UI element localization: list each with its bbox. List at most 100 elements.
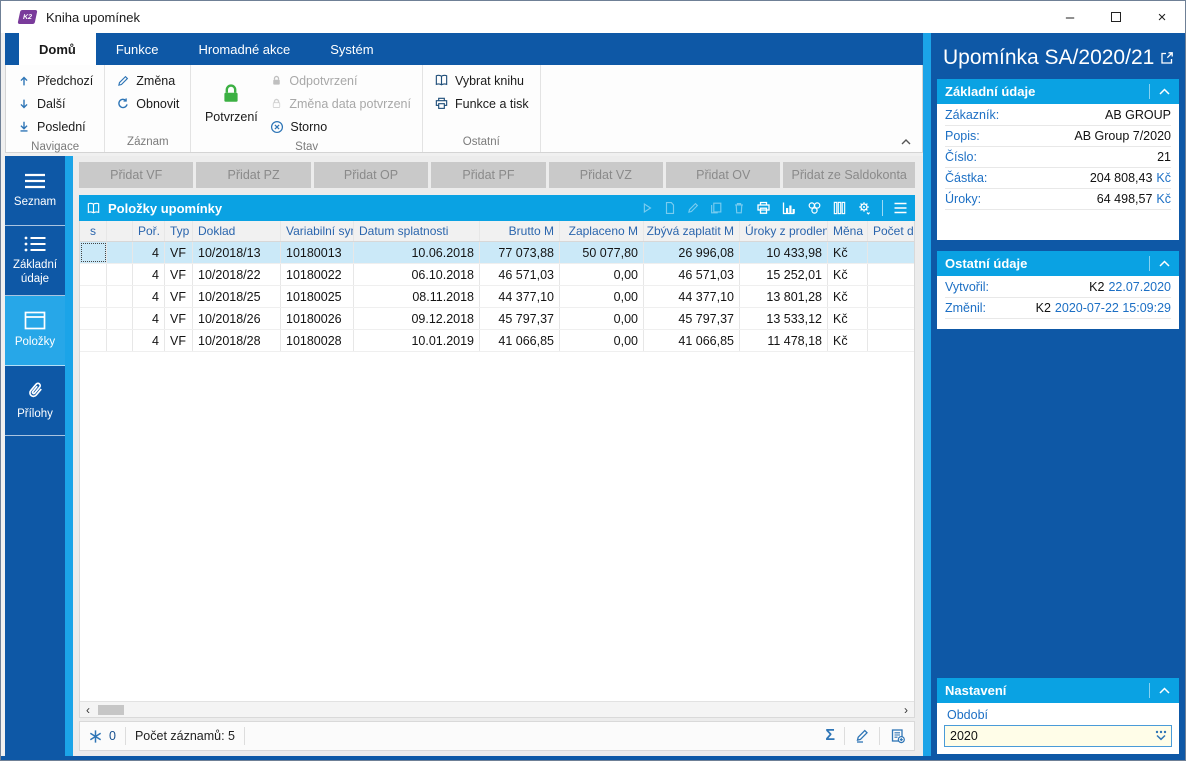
- chart-icon[interactable]: [781, 200, 797, 216]
- sidebar: Seznam Základní údaje Položky Přílohy: [5, 156, 65, 756]
- minimize-button[interactable]: –: [1047, 1, 1093, 33]
- change-confirm-date-button[interactable]: Změna data potvrzení: [265, 92, 416, 115]
- columns-icon[interactable]: [832, 200, 847, 216]
- column-header-s[interactable]: s: [80, 221, 107, 241]
- edit-icon[interactable]: [686, 201, 700, 215]
- dropdown-button[interactable]: [1151, 730, 1171, 742]
- sidebar-item-prilohy[interactable]: Přílohy: [5, 366, 65, 436]
- change-label: Změna: [136, 73, 176, 88]
- edit-pencil-icon[interactable]: [854, 728, 870, 744]
- scroll-right-arrow[interactable]: ›: [898, 703, 914, 717]
- delete-icon[interactable]: [732, 201, 746, 215]
- column-header-variabilni-symbol[interactable]: Variabilní sym: [281, 221, 354, 241]
- print-icon[interactable]: [755, 200, 772, 216]
- select-book-label: Vybrat knihu: [454, 73, 525, 88]
- add-vf-button[interactable]: Přidat VF: [79, 162, 194, 188]
- asterisk-filter-icon[interactable]: [88, 729, 103, 744]
- period-input[interactable]: [945, 729, 1151, 743]
- chevron-up-icon[interactable]: [1158, 87, 1171, 96]
- new-record-icon[interactable]: [663, 201, 677, 215]
- grid-row[interactable]: 4 VF 10/2018/26 10180026 09.12.2018 45 7…: [80, 308, 914, 330]
- panel-splitter[interactable]: [923, 33, 931, 756]
- unconfirm-button[interactable]: Odpotvrzení: [265, 69, 416, 92]
- sidebar-label: Základní údaje: [12, 259, 58, 285]
- workflow-icon[interactable]: [806, 200, 823, 216]
- grid-header-bar: Položky upomínky: [79, 195, 915, 221]
- add-ov-button[interactable]: Přidat OV: [666, 162, 781, 188]
- add-pf-button[interactable]: Přidat PF: [431, 162, 546, 188]
- select-book-button[interactable]: Vybrat knihu: [429, 69, 534, 92]
- grid-row[interactable]: 4 VF 10/2018/25 10180025 08.11.2018 44 3…: [80, 286, 914, 308]
- menu-icon[interactable]: [892, 201, 909, 215]
- column-header-zaplaceno[interactable]: Zaplaceno M: [560, 221, 644, 241]
- field-castka: Částka: 204 808,43 Kč: [945, 168, 1171, 189]
- storno-button[interactable]: Storno: [265, 115, 416, 138]
- add-pz-button[interactable]: Přidat PZ: [196, 162, 311, 188]
- collapse-ribbon-button[interactable]: [900, 138, 912, 146]
- column-header-brutto[interactable]: Brutto M: [480, 221, 560, 241]
- sidebar-item-seznam[interactable]: Seznam: [5, 156, 65, 226]
- play-icon[interactable]: [640, 201, 654, 215]
- maximize-button[interactable]: [1093, 1, 1139, 33]
- scrollbar-thumb[interactable]: [98, 704, 124, 715]
- add-op-button[interactable]: Přidat OP: [313, 162, 429, 188]
- lock-green-icon: [224, 83, 238, 102]
- tab-system[interactable]: Systém: [310, 33, 393, 65]
- focus-cell: [80, 242, 107, 263]
- chevron-up-icon[interactable]: [1158, 259, 1171, 268]
- grid-row[interactable]: 4 VF 10/2018/13 10180013 10.06.2018 77 0…: [80, 242, 914, 264]
- copy-icon[interactable]: [709, 201, 723, 215]
- sidebar-splitter[interactable]: [65, 156, 73, 756]
- sidebar-item-zakladni-udaje[interactable]: Základní údaje: [5, 226, 65, 296]
- window-title: Kniha upomínek: [46, 9, 140, 25]
- section-ostatni-udaje: Ostatní údaje Vytvořil: K2 22.07.2020 Zm…: [937, 251, 1179, 329]
- add-form-icon[interactable]: [889, 728, 906, 744]
- paperclip-icon: [29, 382, 42, 398]
- filter-count: 0: [109, 729, 116, 743]
- sidebar-label: Položky: [14, 336, 56, 349]
- column-header-por[interactable]: Poř.: [133, 221, 165, 241]
- pencil-icon: [118, 75, 129, 86]
- grid-row[interactable]: 4 VF 10/2018/28 10180028 10.01.2019 41 0…: [80, 330, 914, 352]
- confirm-button[interactable]: Potvrzení: [197, 69, 265, 138]
- refresh-button[interactable]: Obnovit: [111, 92, 184, 115]
- functions-print-button[interactable]: Funkce a tisk: [429, 92, 534, 115]
- scroll-left-arrow[interactable]: ‹: [80, 703, 96, 717]
- tab-domu[interactable]: Domů: [19, 33, 96, 65]
- period-combobox[interactable]: [944, 725, 1172, 747]
- horizontal-scrollbar[interactable]: ‹ ›: [80, 701, 914, 717]
- tab-hromadne-akce[interactable]: Hromadné akce: [178, 33, 310, 65]
- previous-button[interactable]: Předchozí: [12, 69, 98, 92]
- grid-title: Položky upomínky: [108, 200, 223, 216]
- open-external-icon[interactable]: [1159, 50, 1175, 66]
- chevron-up-icon[interactable]: [1158, 686, 1171, 695]
- change-button[interactable]: Změna: [111, 69, 184, 92]
- column-header-typ[interactable]: Typ: [165, 221, 193, 241]
- sum-icon[interactable]: Σ: [825, 728, 835, 744]
- ribbon-group-zaznam: Změna Obnovit Záznam: [105, 65, 192, 152]
- column-header-blank[interactable]: [107, 221, 133, 241]
- column-header-pocet-dnu[interactable]: Počet dn: [868, 221, 914, 241]
- column-header-mena[interactable]: Měna: [828, 221, 868, 241]
- change-confirm-date-label: Změna data potvrzení: [289, 96, 411, 111]
- last-button[interactable]: Poslední: [12, 115, 98, 138]
- column-header-uroky[interactable]: Úroky z prodlen: [740, 221, 828, 241]
- sidebar-label: Seznam: [13, 195, 57, 208]
- sidebar-item-polozky[interactable]: Položky: [5, 296, 65, 366]
- column-header-zbyva-zaplatit[interactable]: Zbývá zaplatit M: [644, 221, 740, 241]
- add-vz-button[interactable]: Přidat VZ: [548, 162, 664, 188]
- column-header-datum-splatnosti[interactable]: Datum splatnosti: [354, 221, 480, 241]
- main-content: Přidat VF Přidat PZ Přidat OP Přidat PF …: [73, 156, 923, 756]
- grid-column-headers: s Poř. Typ Doklad Variabilní sym Datum s…: [80, 221, 914, 242]
- add-from-saldokonto-button[interactable]: Přidat ze Saldokonta: [783, 162, 915, 188]
- section-header[interactable]: Základní údaje: [937, 79, 1179, 104]
- section-header[interactable]: Nastavení: [937, 678, 1179, 703]
- grid-row[interactable]: 4 VF 10/2018/22 10180022 06.10.2018 46 5…: [80, 264, 914, 286]
- close-button[interactable]: ×: [1139, 1, 1185, 33]
- settings-gear-icon[interactable]: [856, 200, 873, 216]
- tab-funkce[interactable]: Funkce: [96, 33, 179, 65]
- next-button[interactable]: Další: [12, 92, 98, 115]
- section-header[interactable]: Ostatní údaje: [937, 251, 1179, 276]
- column-header-doklad[interactable]: Doklad: [193, 221, 281, 241]
- detail-panel-title: Upomínka SA/2020/21: [943, 46, 1155, 69]
